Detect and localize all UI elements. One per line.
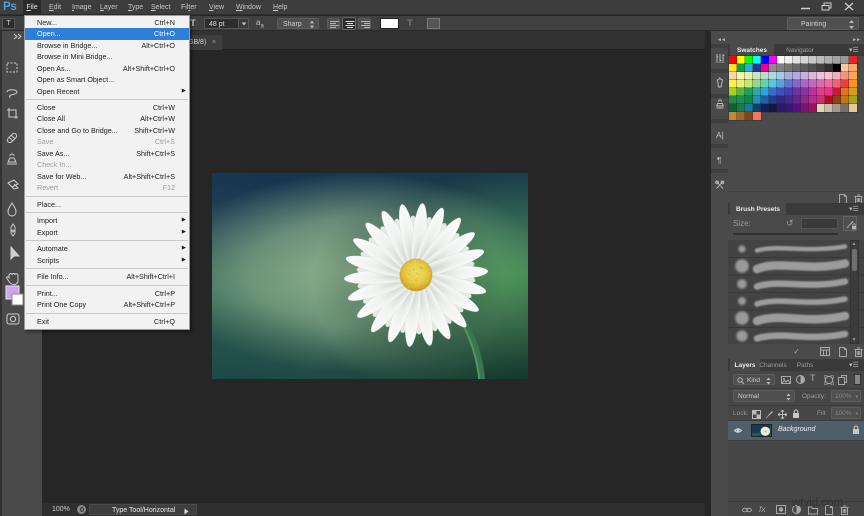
svg-text:¶: ¶ bbox=[717, 156, 721, 165]
svg-text:A|: A| bbox=[716, 130, 724, 140]
